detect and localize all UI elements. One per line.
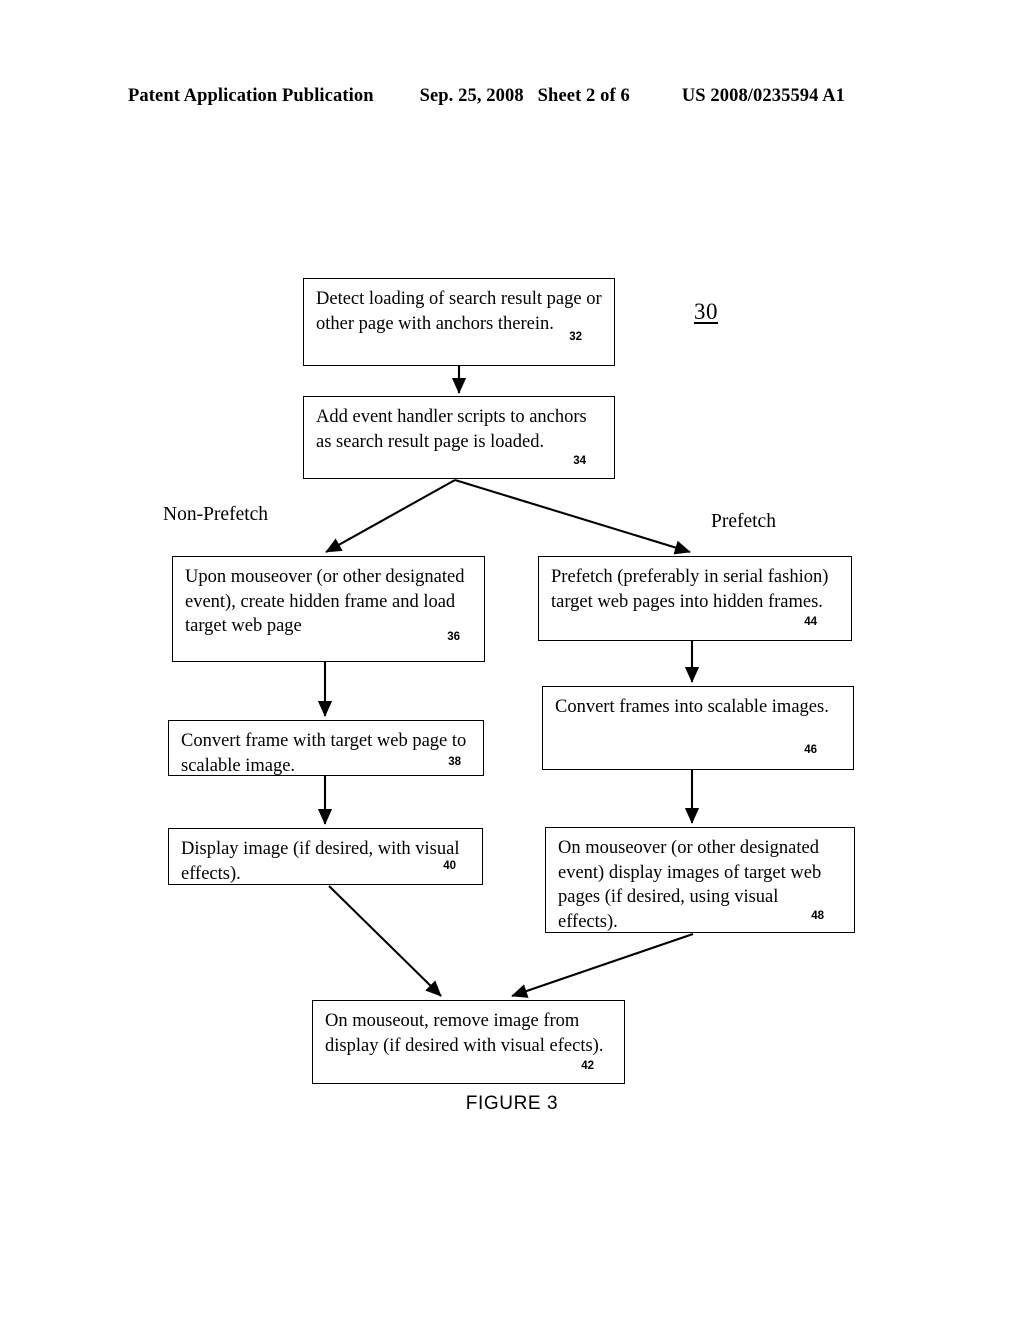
flowchart-connectors — [317, 366, 700, 998]
arrow-34-to-36 — [325, 479, 456, 553]
flow-box-48[interactable]: On mouseover (or other designated event)… — [545, 827, 855, 933]
arrow-40-to-42 — [328, 885, 442, 997]
flow-box-34[interactable]: Add event handler scripts to anchors as … — [303, 396, 615, 479]
flow-box-48-ref: 48 — [811, 909, 824, 922]
flow-box-48-text: On mouseover (or other designated event)… — [558, 838, 822, 932]
flow-box-38-text: Convert frame with target web page to sc… — [181, 731, 467, 776]
flow-box-36-text: Upon mouseover (or other designated even… — [185, 567, 465, 637]
flow-box-32-ref: 32 — [569, 330, 582, 343]
flow-box-46[interactable]: Convert frames into scalable images. 46 — [542, 686, 854, 770]
flow-box-44-ref: 44 — [804, 615, 817, 628]
flow-box-38[interactable]: Convert frame with target web page to sc… — [168, 720, 484, 776]
flow-box-36-ref: 36 — [447, 630, 460, 643]
flow-box-42-text: On mouseout, remove image from display (… — [325, 1011, 604, 1056]
flow-box-40[interactable]: Display image (if desired, with visual e… — [168, 828, 483, 885]
flow-box-44[interactable]: Prefetch (preferably in serial fashion) … — [538, 556, 852, 641]
flow-box-46-ref: 46 — [804, 743, 817, 756]
branch-label-prefetch: Prefetch — [711, 511, 776, 532]
flow-box-40-text: Display image (if desired, with visual e… — [181, 839, 460, 884]
flow-box-46-text: Convert frames into scalable images. — [555, 697, 829, 717]
diagram-reference-numeral-30: 30 — [694, 299, 718, 324]
flow-box-34-text: Add event handler scripts to anchors as … — [316, 407, 587, 452]
flow-box-40-ref: 40 — [443, 859, 456, 872]
flow-box-32-text: Detect loading of search result page or … — [316, 289, 602, 334]
flow-box-42-ref: 42 — [581, 1059, 594, 1072]
branch-label-non-prefetch: Non-Prefetch — [163, 504, 269, 525]
flowchart-diagram: Detect loading of search result page or … — [0, 0, 1024, 1320]
arrow-34-to-44 — [454, 478, 691, 555]
figure-caption: FIGURE 3 — [465, 1093, 559, 1114]
flow-box-34-ref: 34 — [573, 454, 586, 467]
flow-box-32[interactable]: Detect loading of search result page or … — [303, 278, 615, 366]
arrow-48-to-42 — [511, 933, 694, 998]
flow-box-44-text: Prefetch (preferably in serial fashion) … — [551, 567, 829, 612]
flow-box-42[interactable]: On mouseout, remove image from display (… — [312, 1000, 625, 1084]
flow-box-36[interactable]: Upon mouseover (or other designated even… — [172, 556, 485, 662]
flow-box-38-ref: 38 — [448, 755, 461, 768]
